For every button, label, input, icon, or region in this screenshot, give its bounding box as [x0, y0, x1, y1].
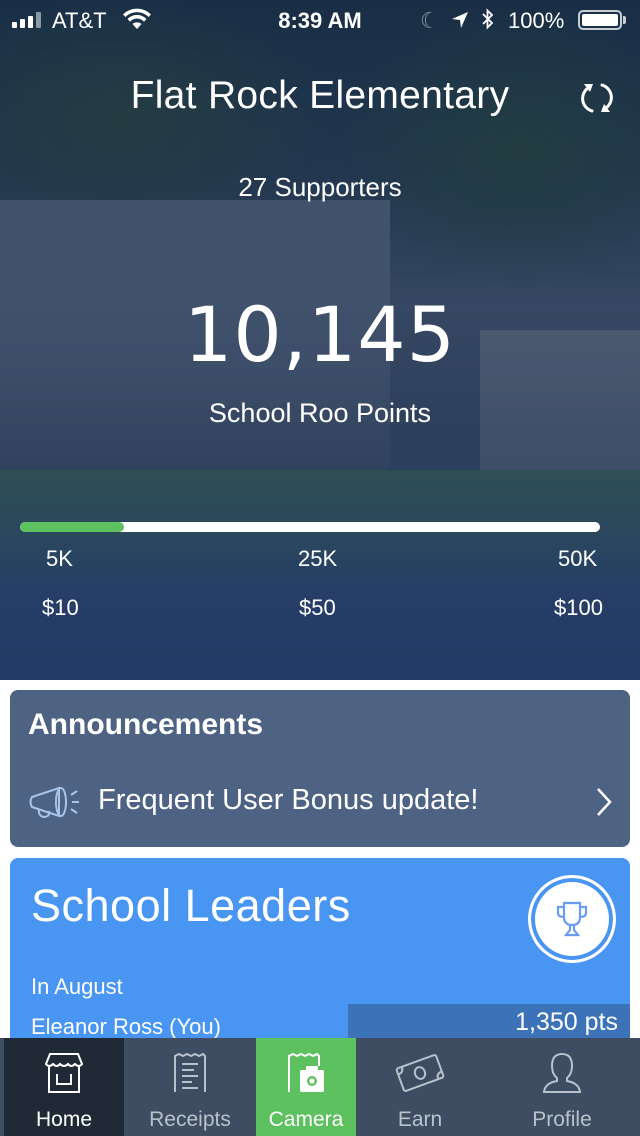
school-leaders-card: School Leaders In August Eleanor Ross (Y…	[10, 858, 630, 1058]
tab-bar: Home Receipts Camera Earn Profile	[0, 1038, 640, 1136]
milestone-points: 5K	[46, 546, 73, 571]
points-label: School Roo Points	[208, 398, 432, 428]
announcement-text: Frequent User Bonus update!	[98, 784, 479, 816]
points-value: 10,145	[184, 290, 456, 379]
tab-label: Profile	[532, 1108, 592, 1131]
tab-label: Receipts	[149, 1108, 231, 1131]
camera-receipt-icon	[288, 1052, 324, 1092]
trophy-icon	[556, 901, 588, 937]
milestone-reward: $10	[42, 595, 79, 620]
school-name: Flat Rock Elementary	[130, 74, 510, 117]
location-arrow-icon	[452, 12, 468, 28]
person-icon	[542, 1052, 582, 1093]
announcement-item[interactable]: Frequent User Bonus update!	[10, 774, 630, 830]
money-bill-icon	[395, 1054, 445, 1092]
milestone-reward: $100	[554, 595, 603, 620]
school-leaders-title: School Leaders	[31, 880, 351, 931]
leaders-period: In August	[31, 974, 123, 999]
announcements-title: Announcements	[28, 708, 264, 741]
supporters-count: 27 Supporters	[238, 172, 402, 202]
tab-label: Earn	[397, 1108, 443, 1131]
progress-fill	[20, 522, 125, 532]
storefront-icon	[44, 1053, 84, 1093]
leaderboard-button[interactable]	[528, 875, 616, 963]
points-progress-bar	[20, 522, 600, 532]
milestone-points: 50K	[558, 546, 598, 571]
bluetooth-icon	[482, 8, 494, 30]
tab-camera[interactable]: Camera	[256, 1038, 356, 1136]
milestone-points: 25K	[298, 546, 338, 571]
tab-profile[interactable]: Profile	[484, 1038, 640, 1136]
battery-tip	[623, 16, 626, 24]
receipt-icon	[174, 1052, 206, 1092]
status-bar: AT&T 8:39 AM ☾ 100%	[0, 0, 640, 40]
tab-label: Home	[35, 1108, 93, 1131]
do-not-disturb-icon: ☾	[420, 8, 440, 33]
tab-label: Camera	[268, 1108, 344, 1131]
chevron-right-icon	[597, 788, 612, 816]
tab-receipts[interactable]: Receipts	[124, 1038, 256, 1136]
tab-earn[interactable]: Earn	[356, 1038, 484, 1136]
battery-percent: 100%	[508, 8, 565, 33]
refresh-icon[interactable]	[578, 80, 616, 116]
battery-icon	[578, 10, 622, 30]
leader-points: 1,350 pts	[515, 1008, 618, 1036]
announcements-card: Announcements Frequent User Bonus update…	[10, 690, 630, 847]
milestone-reward: $50	[299, 595, 336, 620]
megaphone-icon	[29, 786, 79, 819]
tab-home[interactable]: Home	[0, 1038, 124, 1136]
leader-name: Eleanor Ross (You)	[31, 1014, 221, 1039]
